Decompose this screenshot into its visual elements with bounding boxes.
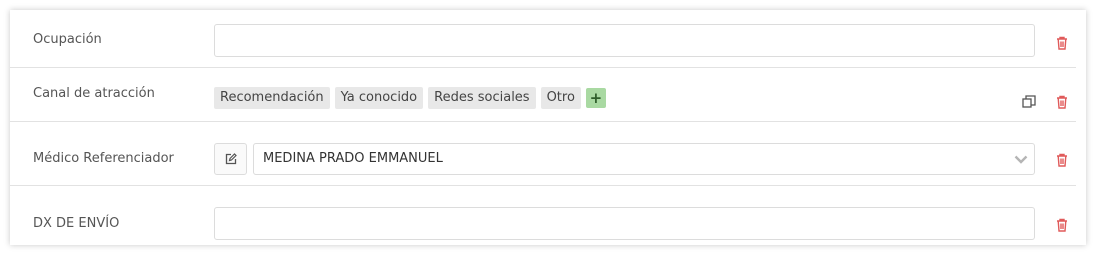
form-panel: Ocupación Canal de atracción Recomendaci… bbox=[10, 10, 1086, 245]
ocupacion-label: Ocupación bbox=[33, 32, 102, 47]
tag-redes-sociales[interactable]: Redes sociales bbox=[428, 87, 536, 109]
chevron-down-icon[interactable] bbox=[1014, 155, 1028, 164]
copy-icon[interactable] bbox=[1022, 95, 1036, 109]
form-row-dx: DX DE ENVÍO bbox=[10, 185, 1076, 245]
form-row-ocupacion: Ocupación bbox=[10, 10, 1076, 68]
edit-icon bbox=[225, 153, 237, 165]
edit-button[interactable] bbox=[214, 143, 247, 175]
tag-otro[interactable]: Otro bbox=[540, 87, 581, 109]
medico-select-value: MEDINA PRADO EMMANUEL bbox=[263, 151, 443, 166]
canal-label: Canal de atracción bbox=[33, 86, 155, 101]
medico-label: Médico Referenciador bbox=[33, 151, 174, 166]
trash-icon[interactable] bbox=[1056, 36, 1068, 50]
dx-label: DX DE ENVÍO bbox=[33, 216, 120, 231]
dx-input[interactable] bbox=[214, 207, 1035, 240]
tag-list: Recomendación Ya conocido Redes sociales… bbox=[214, 87, 606, 109]
trash-icon[interactable] bbox=[1056, 95, 1068, 109]
trash-icon[interactable] bbox=[1056, 218, 1068, 232]
tag-ya-conocido[interactable]: Ya conocido bbox=[334, 87, 424, 109]
trash-icon[interactable] bbox=[1056, 153, 1068, 167]
medico-select[interactable]: MEDINA PRADO EMMANUEL bbox=[253, 143, 1035, 175]
ocupacion-input[interactable] bbox=[214, 24, 1035, 57]
add-tag-button[interactable]: + bbox=[585, 88, 606, 108]
tag-recomendacion[interactable]: Recomendación bbox=[214, 87, 330, 109]
